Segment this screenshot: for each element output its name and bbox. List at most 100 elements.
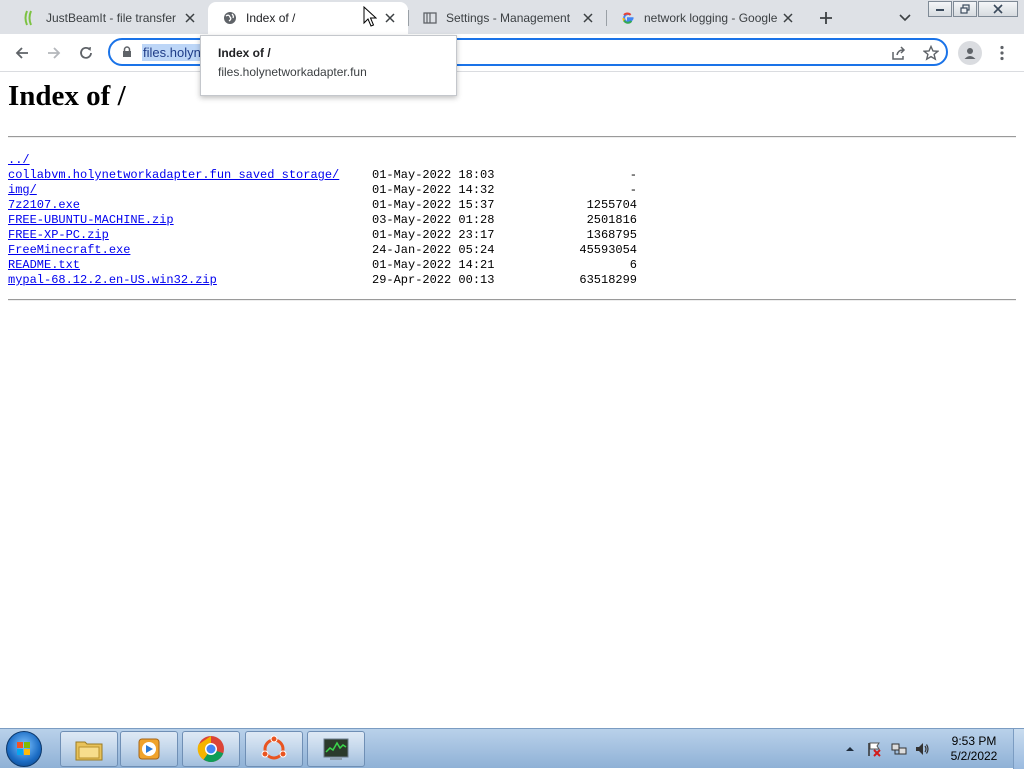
task-manager-icon bbox=[323, 738, 349, 760]
volume-icon[interactable] bbox=[914, 741, 930, 757]
more-vertical-icon bbox=[1000, 45, 1004, 61]
tab-strip: JustBeamIt - file transfer Index of / Se… bbox=[0, 0, 1024, 34]
file-date: 03-May-2022 01:28 bbox=[372, 213, 495, 227]
mouse-cursor-icon bbox=[363, 6, 377, 27]
restore-icon bbox=[960, 4, 970, 14]
windows-logo-icon bbox=[17, 742, 30, 755]
tab-search-button[interactable] bbox=[896, 9, 914, 27]
close-window-button[interactable] bbox=[978, 1, 1018, 17]
tab-settings-management[interactable]: Settings - Management bbox=[408, 2, 606, 34]
show-hidden-icons-icon[interactable] bbox=[845, 744, 855, 754]
file-date: 29-Apr-2022 00:13 bbox=[372, 273, 495, 287]
file-row: 7z2107.exe 01-May-2022 15:37 1255704 bbox=[8, 198, 648, 213]
file-size: 1255704 bbox=[586, 198, 637, 212]
tab-google-search[interactable]: network logging - Google bbox=[606, 2, 806, 34]
file-link[interactable]: FreeMinecraft.exe bbox=[8, 243, 130, 258]
file-date: 24-Jan-2022 05:24 bbox=[372, 243, 495, 257]
file-row: mypal-68.12.2.en-US.win32.zip 29-Apr-202… bbox=[8, 273, 648, 288]
taskbar-media-player[interactable] bbox=[120, 731, 178, 767]
file-size: 6 bbox=[629, 258, 637, 272]
file-row: collabvm.holynetworkadapter.fun saved st… bbox=[8, 168, 648, 183]
tooltip-host: files.holynetworkadapter.fun bbox=[218, 65, 367, 79]
justbeamit-icon bbox=[22, 10, 38, 26]
file-row: FREE-UBUNTU-MACHINE.zip 03-May-2022 01:2… bbox=[8, 213, 648, 228]
google-icon bbox=[620, 10, 636, 26]
parent-directory-link[interactable]: ../ bbox=[8, 153, 30, 168]
arrow-right-icon bbox=[48, 47, 61, 59]
close-icon[interactable] bbox=[580, 10, 596, 26]
tab-title: JustBeamIt - file transfer bbox=[46, 11, 177, 25]
taskbar-file-explorer[interactable] bbox=[60, 731, 118, 767]
taskbar-task-manager[interactable] bbox=[307, 731, 365, 767]
action-center-flag-icon[interactable] bbox=[866, 741, 882, 757]
new-tab-button[interactable] bbox=[816, 8, 836, 28]
page-content: Index of / ../ collabvm.holynetworkadapt… bbox=[0, 72, 1024, 728]
taskbar-ubuntu[interactable] bbox=[245, 731, 303, 767]
file-link[interactable]: FREE-UBUNTU-MACHINE.zip bbox=[8, 213, 174, 228]
divider bbox=[8, 136, 1016, 138]
file-link[interactable]: README.txt bbox=[8, 258, 80, 273]
settings-page-icon bbox=[422, 10, 438, 26]
file-link[interactable]: mypal-68.12.2.en-US.win32.zip bbox=[8, 273, 217, 288]
reload-button[interactable] bbox=[74, 41, 98, 65]
close-icon[interactable] bbox=[780, 10, 796, 26]
file-size: 63518299 bbox=[579, 273, 637, 287]
close-icon bbox=[993, 4, 1003, 14]
file-row: README.txt 01-May-2022 14:21 6 bbox=[8, 258, 648, 273]
file-date: 01-May-2022 15:37 bbox=[372, 198, 495, 212]
file-explorer-icon bbox=[75, 741, 103, 761]
lock-icon[interactable] bbox=[120, 45, 134, 59]
browser-menu-button[interactable] bbox=[992, 41, 1012, 65]
forward-button[interactable] bbox=[42, 41, 66, 65]
tab-title: Settings - Management bbox=[446, 11, 571, 25]
chrome-icon bbox=[197, 736, 224, 762]
plus-icon bbox=[820, 12, 832, 24]
tooltip-title: Index of / bbox=[218, 46, 271, 60]
back-button[interactable] bbox=[10, 41, 34, 65]
clock-date: 5/2/2022 bbox=[950, 749, 998, 763]
file-row: img/ 01-May-2022 14:32 - bbox=[8, 183, 648, 198]
file-date: 01-May-2022 14:32 bbox=[372, 183, 495, 197]
profile-avatar-button[interactable] bbox=[958, 41, 982, 65]
tab-justbeamit[interactable]: JustBeamIt - file transfer bbox=[8, 2, 208, 34]
file-size: - bbox=[629, 183, 637, 197]
file-size: 45593054 bbox=[579, 243, 637, 257]
file-row: FreeMinecraft.exe 24-Jan-2022 05:24 4559… bbox=[8, 243, 648, 258]
arrow-left-icon bbox=[15, 47, 28, 59]
start-button[interactable] bbox=[6, 731, 42, 767]
file-date: 01-May-2022 18:03 bbox=[372, 168, 495, 182]
divider bbox=[8, 299, 1016, 301]
page-title: Index of / bbox=[8, 80, 126, 112]
tab-title: network logging - Google bbox=[644, 11, 778, 25]
chevron-down-icon bbox=[899, 14, 911, 22]
close-icon[interactable] bbox=[382, 10, 398, 26]
minimize-icon bbox=[936, 9, 944, 11]
network-icon[interactable] bbox=[891, 741, 907, 757]
share-icon[interactable] bbox=[890, 44, 908, 62]
ubuntu-icon bbox=[261, 735, 287, 760]
file-date: 01-May-2022 14:21 bbox=[372, 258, 495, 272]
url-text[interactable]: files.holyn bbox=[142, 44, 202, 61]
minimize-button[interactable] bbox=[928, 1, 952, 17]
windows-taskbar: 9:53 PM 5/2/2022 bbox=[0, 728, 1024, 769]
file-size: 2501816 bbox=[586, 213, 637, 227]
person-icon bbox=[964, 48, 976, 59]
file-link[interactable]: img/ bbox=[8, 183, 37, 198]
tab-index-of[interactable]: Index of / bbox=[208, 2, 408, 34]
file-link[interactable]: 7z2107.exe bbox=[8, 198, 80, 213]
taskbar-chrome[interactable] bbox=[182, 731, 240, 767]
bookmark-star-icon[interactable] bbox=[922, 44, 940, 62]
file-link[interactable]: collabvm.holynetworkadapter.fun saved st… bbox=[8, 168, 339, 183]
show-desktop-button[interactable] bbox=[1013, 729, 1024, 769]
file-row: FREE-XP-PC.zip 01-May-2022 23:17 1368795 bbox=[8, 228, 648, 243]
file-size: 1368795 bbox=[586, 228, 637, 242]
system-clock[interactable]: 9:53 PM 5/2/2022 bbox=[944, 734, 1004, 764]
close-icon[interactable] bbox=[182, 10, 198, 26]
directory-listing: ../ collabvm.holynetworkadapter.fun save… bbox=[8, 153, 648, 288]
file-link[interactable]: FREE-XP-PC.zip bbox=[8, 228, 109, 243]
file-date: 01-May-2022 23:17 bbox=[372, 228, 495, 242]
parent-directory-row: ../ bbox=[8, 153, 648, 168]
tab-hover-tooltip: Index of / files.holynetworkadapter.fun bbox=[200, 35, 457, 96]
restore-button[interactable] bbox=[953, 1, 977, 17]
file-size: - bbox=[629, 168, 637, 182]
